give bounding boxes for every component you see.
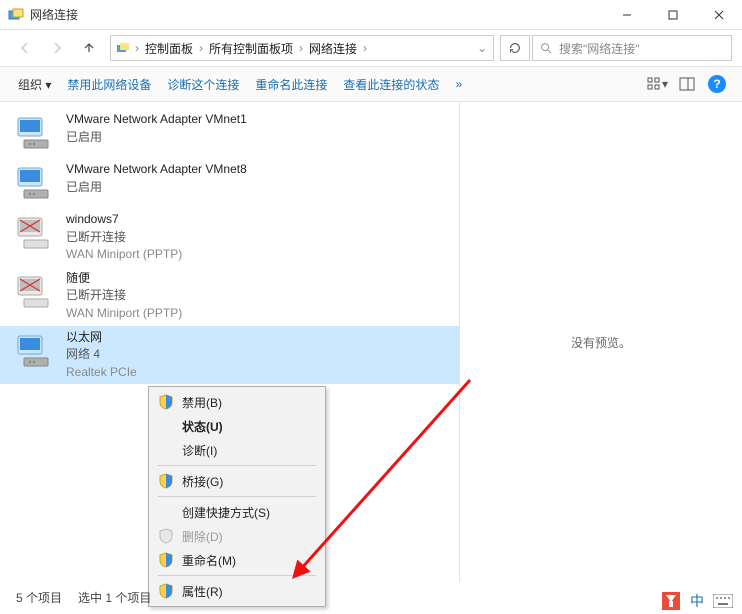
separator (158, 496, 316, 497)
item-name: 随便 (66, 271, 182, 287)
item-status: 已启用 (66, 180, 247, 196)
item-name: VMware Network Adapter VMnet1 (66, 112, 247, 128)
preview-none-text: 没有预览。 (571, 334, 631, 351)
window-icon (8, 7, 24, 23)
window-title: 网络连接 (30, 6, 604, 23)
shield-icon (158, 473, 174, 489)
network-adapter-icon (14, 271, 56, 313)
search-input[interactable]: 搜索"网络连接" (532, 35, 732, 61)
address-bar[interactable]: › 控制面板 › 所有控制面板项 › 网络连接 › ⌄ (110, 35, 494, 61)
breadcrumb-leaf[interactable]: 网络连接 (307, 40, 359, 57)
shield-icon (158, 552, 174, 568)
toolbar-rename[interactable]: 重命名此连接 (247, 72, 335, 97)
list-item[interactable]: windows7 已断开连接 WAN Miniport (PPTP) (0, 208, 459, 267)
chevron-right-icon: › (297, 41, 305, 55)
tray-ime-icon[interactable] (660, 590, 682, 612)
item-detail: WAN Miniport (PPTP) (66, 247, 182, 263)
toolbar-viewstatus[interactable]: 查看此连接的状态 (335, 72, 447, 97)
breadcrumb-mid[interactable]: 所有控制面板项 (207, 40, 295, 57)
toolbar-diagnose[interactable]: 诊断这个连接 (159, 72, 247, 97)
toolbar-disable[interactable]: 禁用此网络设备 (59, 72, 159, 97)
ctx-shortcut[interactable]: 创建快捷方式(S) (152, 500, 322, 524)
shield-icon (158, 528, 174, 544)
item-detail: Realtek PCIe (66, 365, 137, 381)
chevron-right-icon: › (133, 41, 141, 55)
ctx-properties[interactable]: 属性(R) (152, 579, 322, 603)
list-item[interactable]: 随便 已断开连接 WAN Miniport (PPTP) (0, 267, 459, 326)
context-menu: 禁用(B) 状态(U) 诊断(I) 桥接(G) 创建快捷方式(S) 删除(D) … (148, 386, 326, 607)
item-status: 已断开连接 (66, 230, 182, 246)
separator (158, 465, 316, 466)
separator (158, 575, 316, 576)
ctx-rename[interactable]: 重命名(M) (152, 548, 322, 572)
preview-pane-button[interactable] (672, 71, 702, 97)
network-adapter-icon (14, 330, 56, 372)
minimize-button[interactable] (604, 0, 650, 30)
help-button[interactable]: ? (702, 71, 732, 97)
chevron-right-icon: › (361, 41, 369, 55)
list-item-selected[interactable]: 以太网 网络 4 Realtek PCIe (0, 326, 459, 385)
toolbar-more[interactable]: » (447, 73, 470, 95)
network-adapter-icon (14, 112, 56, 154)
preview-pane: 没有预览。 (460, 102, 742, 582)
item-name: VMware Network Adapter VMnet8 (66, 162, 247, 178)
address-dropdown-button[interactable]: ⌄ (475, 41, 489, 55)
item-name: windows7 (66, 212, 182, 228)
nav-forward-button (42, 35, 72, 61)
list-item[interactable]: VMware Network Adapter VMnet8 已启用 (0, 158, 459, 208)
item-detail: WAN Miniport (PPTP) (66, 306, 182, 322)
network-adapter-icon (14, 212, 56, 254)
chevron-right-icon: › (197, 41, 205, 55)
search-placeholder: 搜索"网络连接" (559, 40, 640, 57)
close-button[interactable] (696, 0, 742, 30)
system-tray: 中 (660, 590, 734, 612)
status-count: 5 个项目 (16, 589, 62, 606)
toolbar-organize[interactable]: 组织 ▾ (10, 72, 59, 97)
refresh-button[interactable] (500, 35, 530, 61)
shield-icon (158, 583, 174, 599)
tray-text-icon[interactable]: 中 (686, 590, 708, 612)
nav-back-button (10, 35, 40, 61)
list-item[interactable]: VMware Network Adapter VMnet1 已启用 (0, 108, 459, 158)
item-status: 已断开连接 (66, 288, 182, 304)
item-status: 网络 4 (66, 347, 137, 363)
status-selected: 选中 1 个项目 (78, 589, 151, 606)
breadcrumb-root[interactable]: 控制面板 (143, 40, 195, 57)
item-name: 以太网 (66, 330, 137, 346)
tray-keyboard-icon[interactable] (712, 590, 734, 612)
search-icon (539, 41, 553, 55)
network-adapter-icon (14, 162, 56, 204)
ctx-delete: 删除(D) (152, 524, 322, 548)
ctx-bridge[interactable]: 桥接(G) (152, 469, 322, 493)
status-bar: 5 个项目 选中 1 个项目 (16, 589, 151, 606)
ctx-disable[interactable]: 禁用(B) (152, 390, 322, 414)
ctx-diagnose[interactable]: 诊断(I) (152, 438, 322, 462)
item-status: 已启用 (66, 130, 247, 146)
view-options-button[interactable]: ▾ (642, 71, 672, 97)
maximize-button[interactable] (650, 0, 696, 30)
ctx-status[interactable]: 状态(U) (152, 414, 322, 438)
nav-up-button[interactable] (74, 35, 104, 61)
address-icon (115, 40, 131, 56)
shield-icon (158, 394, 174, 410)
